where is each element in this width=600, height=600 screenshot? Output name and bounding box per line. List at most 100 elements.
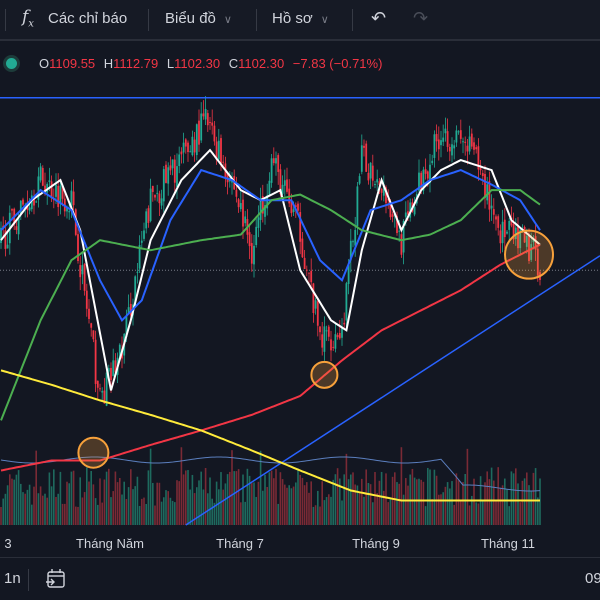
candle-body (257, 217, 260, 228)
candle-body (358, 176, 361, 184)
volume-bar (464, 473, 466, 525)
volume-bar (429, 469, 431, 525)
volume-bar (288, 485, 290, 525)
candle-body (176, 166, 178, 188)
volume-bar (240, 502, 242, 525)
candle-body (193, 139, 196, 153)
volume-bar (55, 496, 57, 525)
candle-body (440, 140, 442, 146)
volume-bar (226, 474, 229, 525)
time-tick: Tháng 7 (216, 536, 264, 551)
candle-body (338, 332, 341, 339)
volume-bar (75, 506, 77, 525)
volume-bar (35, 450, 37, 525)
volume-bar (330, 496, 332, 525)
volume-bar (149, 448, 152, 525)
volume-bar (347, 479, 350, 525)
volume-bar (262, 490, 264, 525)
volume-bar (389, 499, 392, 525)
volume-bar (462, 482, 464, 525)
volume-bar (268, 472, 271, 525)
volume-bar (178, 481, 180, 525)
candle-body (162, 169, 165, 202)
volume-bar (279, 472, 282, 525)
candle-body (360, 145, 363, 172)
highlight-circle (310, 360, 339, 389)
volume-bar (438, 494, 440, 525)
volume-bar (53, 469, 55, 525)
candle-body (345, 283, 348, 321)
volume-bar (270, 470, 273, 525)
volume-bar (123, 481, 125, 525)
volume-bar (66, 481, 68, 525)
candle-body (39, 166, 42, 181)
volume-bar (180, 447, 183, 525)
volume-bar (387, 502, 389, 525)
interval-button[interactable]: 1n (4, 570, 21, 587)
volume-bar (83, 492, 86, 525)
candle-body (475, 147, 478, 150)
candle-body (455, 130, 458, 143)
volume-bar (446, 482, 449, 525)
volume-bar (28, 484, 31, 525)
time-axis[interactable]: 3 Tháng Năm Tháng 7 Tháng 9 Tháng 11 (0, 528, 600, 558)
volume-bar (317, 490, 319, 525)
candle-body (158, 193, 161, 204)
volume-bar (515, 468, 517, 525)
volume-bar (328, 494, 330, 525)
candle-body (319, 326, 321, 333)
volume-bar (92, 484, 95, 525)
volume-bar (521, 480, 524, 525)
volume-bar (176, 480, 178, 525)
volume-bar (442, 492, 444, 525)
candle-body (167, 167, 170, 184)
go-to-date-icon[interactable] (45, 568, 67, 590)
volume-bar (33, 486, 35, 525)
volume-bar (13, 479, 15, 525)
volume-bar (398, 483, 400, 525)
candle-body (490, 205, 493, 209)
volume-bar (499, 487, 502, 525)
volume-bar (246, 468, 249, 525)
time-tick: Tháng Năm (76, 536, 144, 551)
volume-bar (202, 489, 205, 525)
ohlc-legend: O1109.55 H1112.79 L1102.30 C1102.30 −7.8… (0, 55, 600, 75)
candle-body (217, 140, 220, 160)
volume-bar (88, 481, 90, 525)
volume-bar (218, 489, 220, 525)
candle-body (376, 179, 379, 183)
volume-bar (22, 492, 24, 525)
candle-body (270, 158, 273, 183)
volume-bar (301, 477, 304, 525)
candle-body (250, 243, 253, 264)
volume-bar (160, 501, 163, 525)
candle-body (286, 179, 288, 192)
moving-average-line (0, 243, 541, 472)
volume-bar (334, 474, 337, 525)
volume-bar (6, 485, 9, 525)
volume-bar (101, 502, 103, 525)
volume-bar (314, 505, 317, 525)
price-chart[interactable] (0, 0, 600, 600)
volume-bar (433, 469, 436, 525)
volume-bar (416, 479, 418, 525)
candle-body (365, 143, 368, 172)
candle-body (330, 339, 332, 351)
candle-body (308, 272, 310, 274)
volume-bar (143, 497, 145, 525)
candle-body (332, 346, 335, 348)
volume-bar (418, 478, 420, 525)
candle-body (11, 209, 13, 211)
volume-bar (108, 468, 110, 525)
close-value: 1102.30 (238, 56, 285, 71)
volume-bar (119, 477, 121, 525)
volume-bar (198, 480, 200, 525)
candle-body (92, 330, 95, 340)
candle-body (497, 216, 500, 228)
candle-body (354, 230, 357, 246)
candle-body (292, 209, 295, 213)
open-value: 1109.55 (49, 56, 96, 71)
volume-bar (136, 476, 139, 525)
volume-bar (292, 486, 295, 525)
volume-bar (378, 480, 381, 525)
